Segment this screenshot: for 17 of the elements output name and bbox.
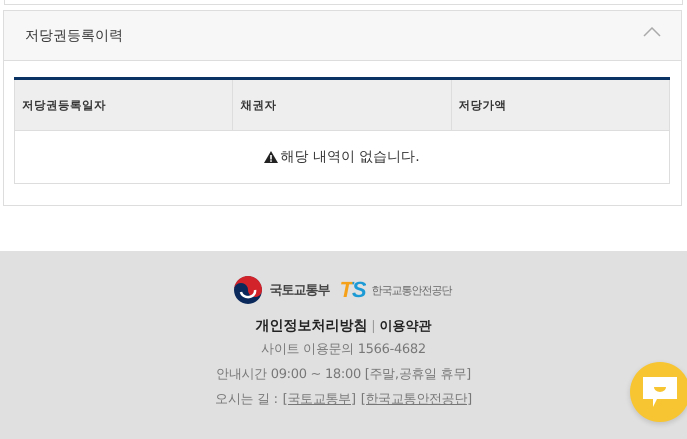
emblem-icon: [233, 275, 264, 305]
empty-message: 해당 내역이 없습니다.: [280, 148, 420, 166]
privacy-policy-link[interactable]: 개인정보처리방침: [255, 317, 368, 335]
chat-bubble-icon: [643, 377, 677, 407]
panel-title: 저당권등록이력: [25, 26, 123, 44]
warning-icon: [264, 151, 278, 163]
separator: |: [371, 318, 376, 334]
directions-label: 오시는 길 :: [215, 391, 278, 409]
column-header: 채권자: [232, 78, 452, 130]
column-header: 저당가액: [451, 78, 670, 130]
agency-logo-text: 한국교통안전공단: [372, 282, 452, 298]
chevron-up-icon[interactable]: [643, 26, 661, 36]
hours-text: 안내시간 09:00 ~ 18:00 [주말,공휴일 휴무]: [216, 366, 471, 384]
column-header: 저당권등록일자: [14, 78, 233, 130]
contact-text: 사이트 이용문의 1566-4682: [261, 341, 426, 359]
terms-link[interactable]: 이용약관: [380, 317, 432, 335]
ministry-logo-text: 국토교통부: [269, 282, 330, 299]
